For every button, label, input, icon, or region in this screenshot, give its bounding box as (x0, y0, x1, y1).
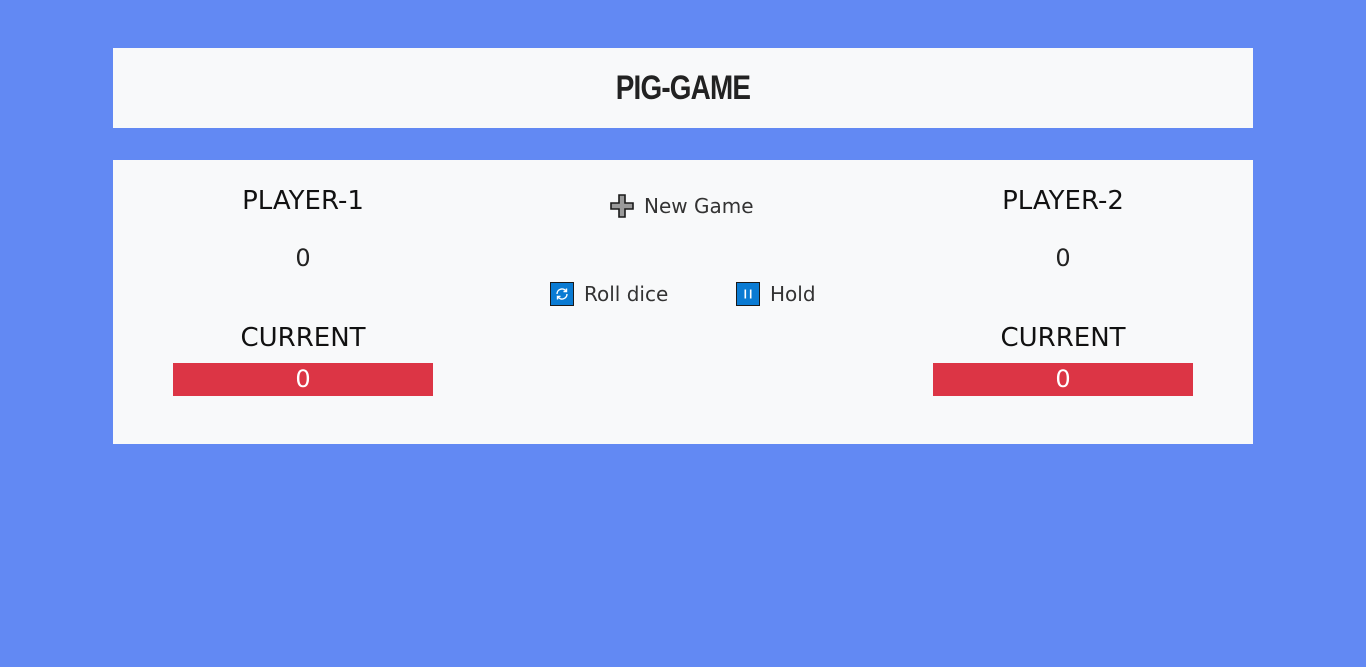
player-2-name: PLAYER-2 (1002, 186, 1124, 216)
new-game-label: New Game (644, 194, 754, 218)
page-title: PIG-GAME (615, 68, 751, 107)
player-2-current-score: 0 (933, 363, 1193, 396)
title-bar: PIG-GAME (113, 48, 1253, 128)
hold-label: Hold (770, 282, 816, 306)
player-1-name: PLAYER-1 (242, 186, 364, 216)
roll-dice-label: Roll dice (584, 282, 669, 306)
refresh-icon (550, 282, 574, 306)
pause-icon (736, 282, 760, 306)
player-1-current-score: 0 (173, 363, 433, 396)
new-game-button[interactable]: New Game (609, 193, 754, 219)
roll-dice-button[interactable]: Roll dice (550, 282, 668, 306)
player-2-score: 0 (1055, 244, 1071, 272)
player-2-current-label: CURRENT (1000, 323, 1126, 353)
hold-button[interactable]: Hold (736, 282, 816, 306)
game-board: PLAYER-1 0 CURRENT 0 New Game Roll dice (113, 160, 1253, 444)
player-1-score: 0 (295, 244, 311, 272)
player-1-current-label: CURRENT (240, 323, 366, 353)
plus-icon (609, 193, 635, 219)
